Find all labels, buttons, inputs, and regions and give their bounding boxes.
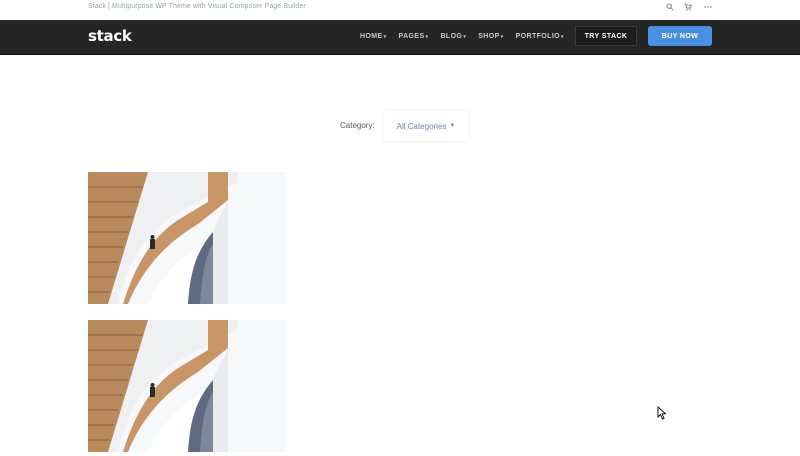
menu-item-label: BLOG — [440, 33, 463, 40]
menu-item-label: PORTFOLIO — [515, 33, 561, 40]
site-tagline: Stack | Multipurpose WP Theme with Visua… — [88, 3, 306, 10]
category-select-value: All Categories — [396, 121, 447, 131]
menu-item-label: PAGES — [398, 33, 425, 40]
site-logo[interactable]: stack — [88, 27, 132, 45]
caret-down-icon: ▾ — [561, 34, 564, 40]
portfolio-item-image[interactable] — [88, 172, 286, 304]
more-icon[interactable] — [704, 3, 712, 14]
menu-item-label: SHOP — [478, 33, 500, 40]
try-stack-button[interactable]: TRY STACK — [575, 26, 637, 46]
cart-icon[interactable] — [684, 3, 693, 14]
search-icon[interactable] — [666, 3, 674, 14]
menu-item-portfolio[interactable]: PORTFOLIO▾ — [516, 33, 564, 40]
main-menu: HOME▾ PAGES▾ BLOG▾ SHOP▾ PORTFOLIO▾ — [360, 33, 564, 40]
menu-item-blog[interactable]: BLOG▾ — [440, 33, 466, 40]
top-info-bar: Stack | Multipurpose WP Theme with Visua… — [0, 0, 800, 21]
caret-down-icon: ▾ — [383, 34, 387, 40]
category-label: Category: — [340, 121, 375, 130]
menu-item-label: HOME — [360, 33, 383, 40]
menu-item-pages[interactable]: PAGES▾ — [399, 33, 429, 40]
buy-now-button[interactable]: BUY NOW — [648, 26, 712, 46]
portfolio-item-image[interactable] — [88, 320, 286, 452]
menu-item-home[interactable]: HOME▾ — [360, 33, 387, 40]
caret-down-icon: ▾ — [463, 34, 467, 40]
menu-item-shop[interactable]: SHOP▾ — [478, 33, 503, 40]
caret-down-icon: ▾ — [500, 34, 504, 40]
caret-down-icon: ▾ — [425, 34, 429, 40]
staircase-photo — [88, 172, 286, 304]
staircase-photo — [88, 320, 286, 452]
category-select[interactable]: All Categories ▼ — [384, 111, 468, 141]
caret-down-icon: ▼ — [449, 123, 456, 129]
mouse-cursor-icon — [657, 405, 667, 420]
